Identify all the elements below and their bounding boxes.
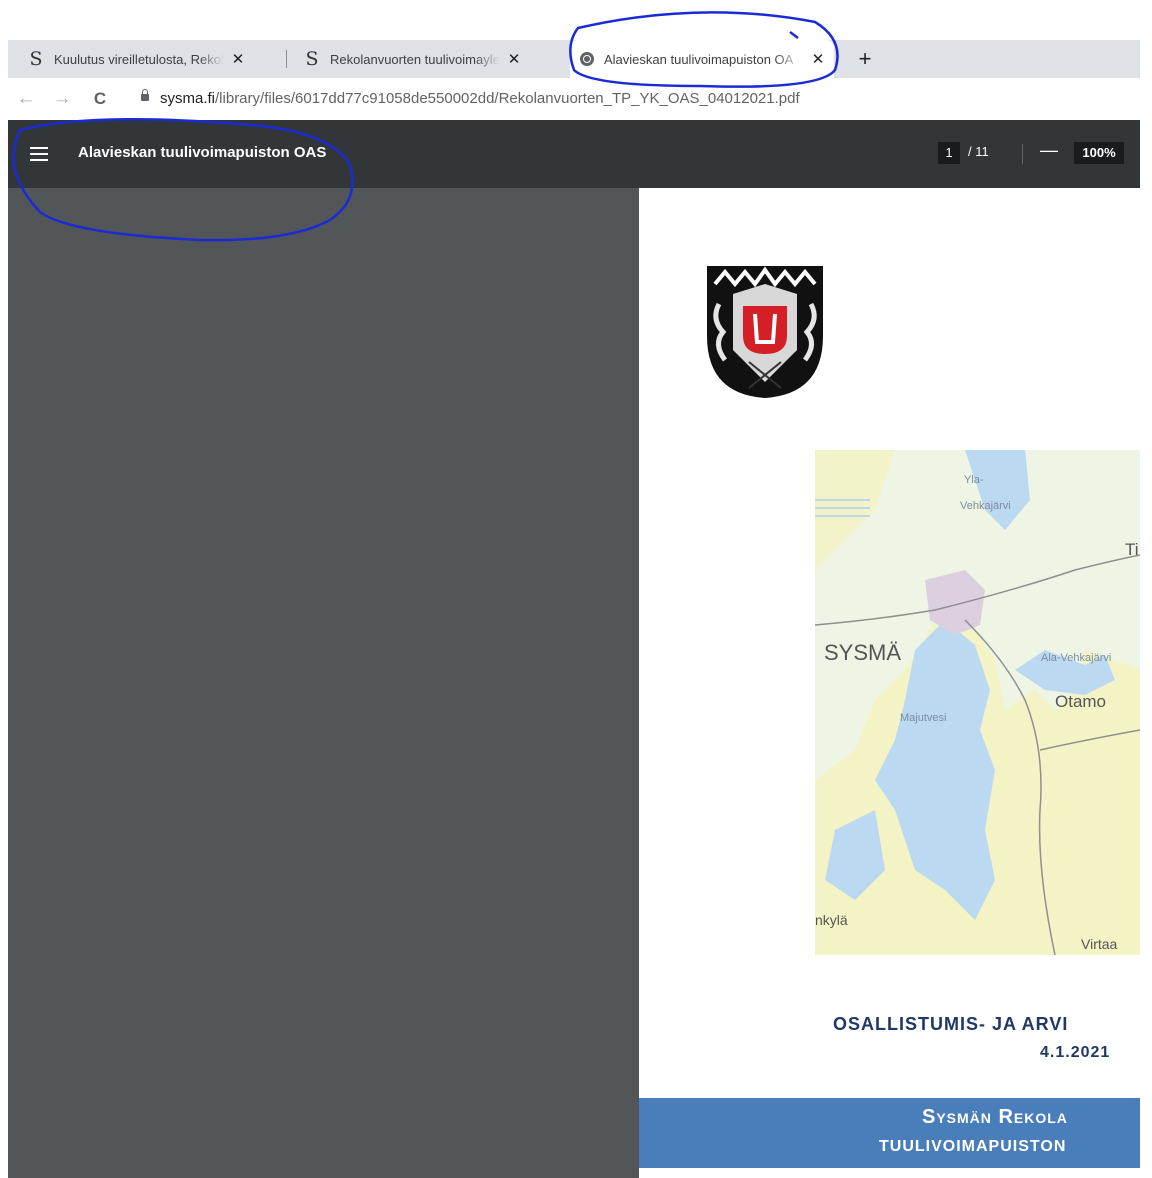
pdf-canvas-background <box>8 188 639 1178</box>
tab-alavieskan[interactable]: Alavieskan tuulivoimapuiston OA ✕ <box>570 40 834 78</box>
pdf-page: Yla- Vehkajärvi Ti SYSMÄ Ala-Vehkajärvi … <box>639 188 1140 1178</box>
pdf-document-title: Alavieskan tuulivoimapuiston OAS <box>78 144 327 161</box>
annotation-tick <box>789 31 799 39</box>
toolbar-divider <box>1022 144 1023 164</box>
map-label: Otamo <box>1055 692 1107 711</box>
close-icon[interactable]: ✕ <box>506 50 522 68</box>
zoom-level-input[interactable]: 100% <box>1074 142 1124 164</box>
url-host: sysma.fi <box>160 90 216 107</box>
tab-title: Alavieskan tuulivoimapuiston OA <box>604 51 794 67</box>
forward-button[interactable]: → <box>50 88 74 110</box>
page-total: / 11 <box>968 144 989 159</box>
map-label: Vehkajärvi <box>960 500 1011 512</box>
sysma-favicon-icon: S <box>305 48 319 70</box>
document-heading: OSALLISTUMIS- JA ARVI <box>833 1014 1069 1034</box>
pdf-toolbar: Alavieskan tuulivoimapuiston OAS 1 / 11 … <box>8 120 1140 188</box>
location-map: Yla- Vehkajärvi Ti SYSMÄ Ala-Vehkajärvi … <box>815 450 1140 955</box>
map-label: Virtaa <box>1081 936 1118 952</box>
sysma-favicon-icon: S <box>29 48 43 70</box>
menu-icon[interactable] <box>30 147 48 161</box>
browser-toolbar: ← → C sysma.fi/library/files/6017dd77c91… <box>8 78 1140 120</box>
banner-line-1: Sysmän Rekola <box>922 1106 1068 1128</box>
map-label: Ti <box>1125 540 1139 559</box>
close-icon[interactable]: ✕ <box>810 50 826 68</box>
tab-strip: S Kuulutus vireilletulosta, Rekolanv ✕ S… <box>8 40 1140 78</box>
page-number-input[interactable]: 1 <box>938 142 960 164</box>
reload-button[interactable]: C <box>88 89 112 109</box>
coat-of-arms-icon <box>707 266 823 398</box>
map-label: Yla- <box>964 474 984 486</box>
tab-title: Rekolanvuorten tuulivoimayleisk <box>330 51 500 67</box>
map-label: nkylä <box>815 912 848 928</box>
map-label: Ala-Vehkajärvi <box>1041 652 1112 664</box>
document-date: 4.1.2021 <box>1040 1044 1111 1061</box>
new-tab-button[interactable]: + <box>852 46 878 72</box>
close-icon[interactable]: ✕ <box>230 50 246 68</box>
tab-separator <box>286 50 287 68</box>
url-path: /library/files/6017dd77c91058de550002dd/… <box>215 90 800 107</box>
tab-rekolanvuorten[interactable]: S Rekolanvuorten tuulivoimayleisk ✕ <box>294 40 560 78</box>
zoom-out-button[interactable]: — <box>1040 140 1058 161</box>
back-button[interactable]: ← <box>14 88 38 110</box>
banner-line-2: TUULIVOIMAPUISTON <box>879 1138 1067 1155</box>
map-label: SYSMÄ <box>824 640 902 665</box>
tab-kuulutus[interactable]: S Kuulutus vireilletulosta, Rekolanv ✕ <box>18 40 284 78</box>
globe-icon <box>580 52 594 66</box>
lock-icon[interactable] <box>141 89 149 101</box>
tab-title: Kuulutus vireilletulosta, Rekolanv <box>54 51 224 67</box>
address-bar[interactable]: sysma.fi/library/files/6017dd77c91058de5… <box>160 90 800 107</box>
title-banner: Sysmän Rekola TUULIVOIMAPUISTON <box>639 1098 1140 1168</box>
map-label: Majutvesi <box>900 712 947 724</box>
